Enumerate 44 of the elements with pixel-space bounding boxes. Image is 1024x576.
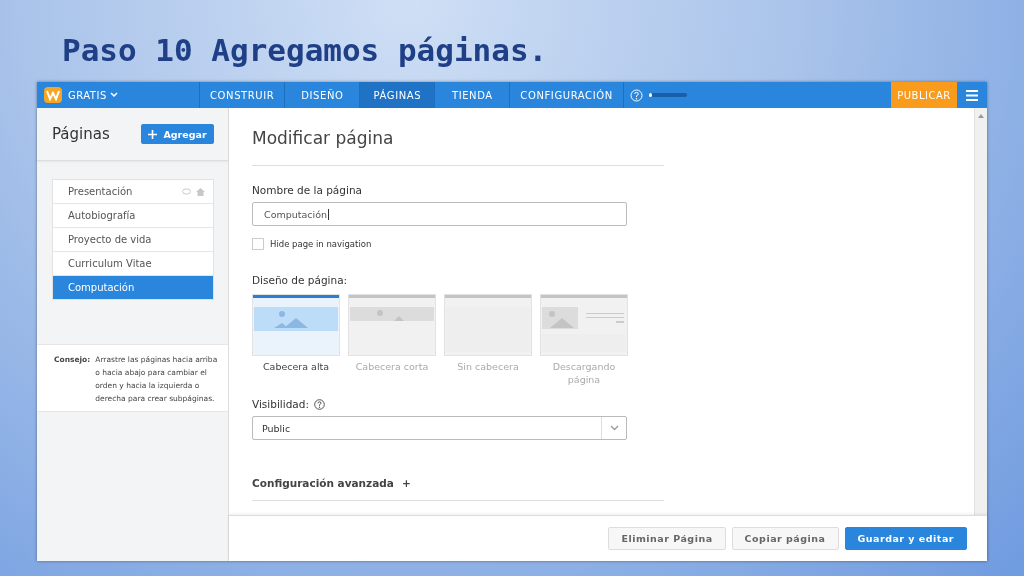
layout-label: Descargando página	[551, 360, 617, 386]
page-heading: Modificar página	[252, 108, 664, 166]
page-name: Autobiografía	[68, 210, 136, 221]
scrollbar[interactable]	[974, 108, 987, 515]
page-item[interactable]: Computación	[53, 275, 213, 299]
field-label: Diseño de página:	[252, 274, 349, 286]
help-icon[interactable]	[314, 398, 325, 410]
logo-icon	[44, 87, 62, 103]
hide-checkbox[interactable]	[252, 238, 264, 250]
layout-label: Cabecera corta	[354, 360, 430, 373]
layout-label: Cabecera alta	[261, 360, 331, 373]
caret-icon	[109, 92, 118, 98]
scroll-up-icon[interactable]	[978, 114, 984, 118]
page-name: Proyecto de vida	[68, 234, 152, 245]
none-layout-thumbnail[interactable]	[444, 294, 532, 356]
sidebar-title: Páginas	[52, 125, 110, 143]
short-layout-thumbnail[interactable]	[348, 294, 436, 356]
tall-layout-thumbnail[interactable]	[252, 294, 340, 356]
checkbox-label: Hide page in navigation	[270, 239, 372, 249]
field-label: Nombre de la página	[252, 184, 363, 196]
page-name-field[interactable]: Computación	[252, 202, 627, 226]
add-button[interactable]: Agregar	[141, 124, 214, 144]
plan-dropdown[interactable]: GRATIS	[68, 89, 118, 101]
download-layout-thumbnail[interactable]	[540, 294, 628, 356]
slide-title: Paso 10 Agregamos páginas.	[62, 31, 548, 70]
action-button[interactable]: Copiar página	[731, 527, 839, 550]
layout-label: Sin cabecera	[456, 360, 520, 373]
page-name: Computación	[68, 282, 135, 293]
section-title: Configuración avanzada	[252, 477, 394, 489]
home-icon[interactable]	[196, 187, 205, 196]
field-label: Visibilidad:	[252, 398, 309, 410]
expand-toggle[interactable]: +	[401, 477, 411, 489]
nav-tab[interactable]: TIENDA	[434, 82, 510, 108]
action-button[interactable]: Eliminar Página	[608, 527, 726, 550]
menu-icon[interactable]	[966, 89, 978, 101]
visibility-select[interactable]: Public	[252, 416, 627, 440]
nav-tab[interactable]: CONFIGURACIÓN	[509, 82, 623, 108]
page-name: Presentación	[68, 186, 133, 197]
page-name: Curriculum Vitae	[68, 258, 152, 269]
eye-icon[interactable]	[182, 187, 191, 195]
action-button[interactable]: Guardar y editar	[844, 527, 967, 550]
chevron-down-icon	[609, 425, 619, 431]
nav-tab[interactable]: PÁGINAS	[359, 82, 435, 108]
plus-icon	[148, 129, 158, 139]
